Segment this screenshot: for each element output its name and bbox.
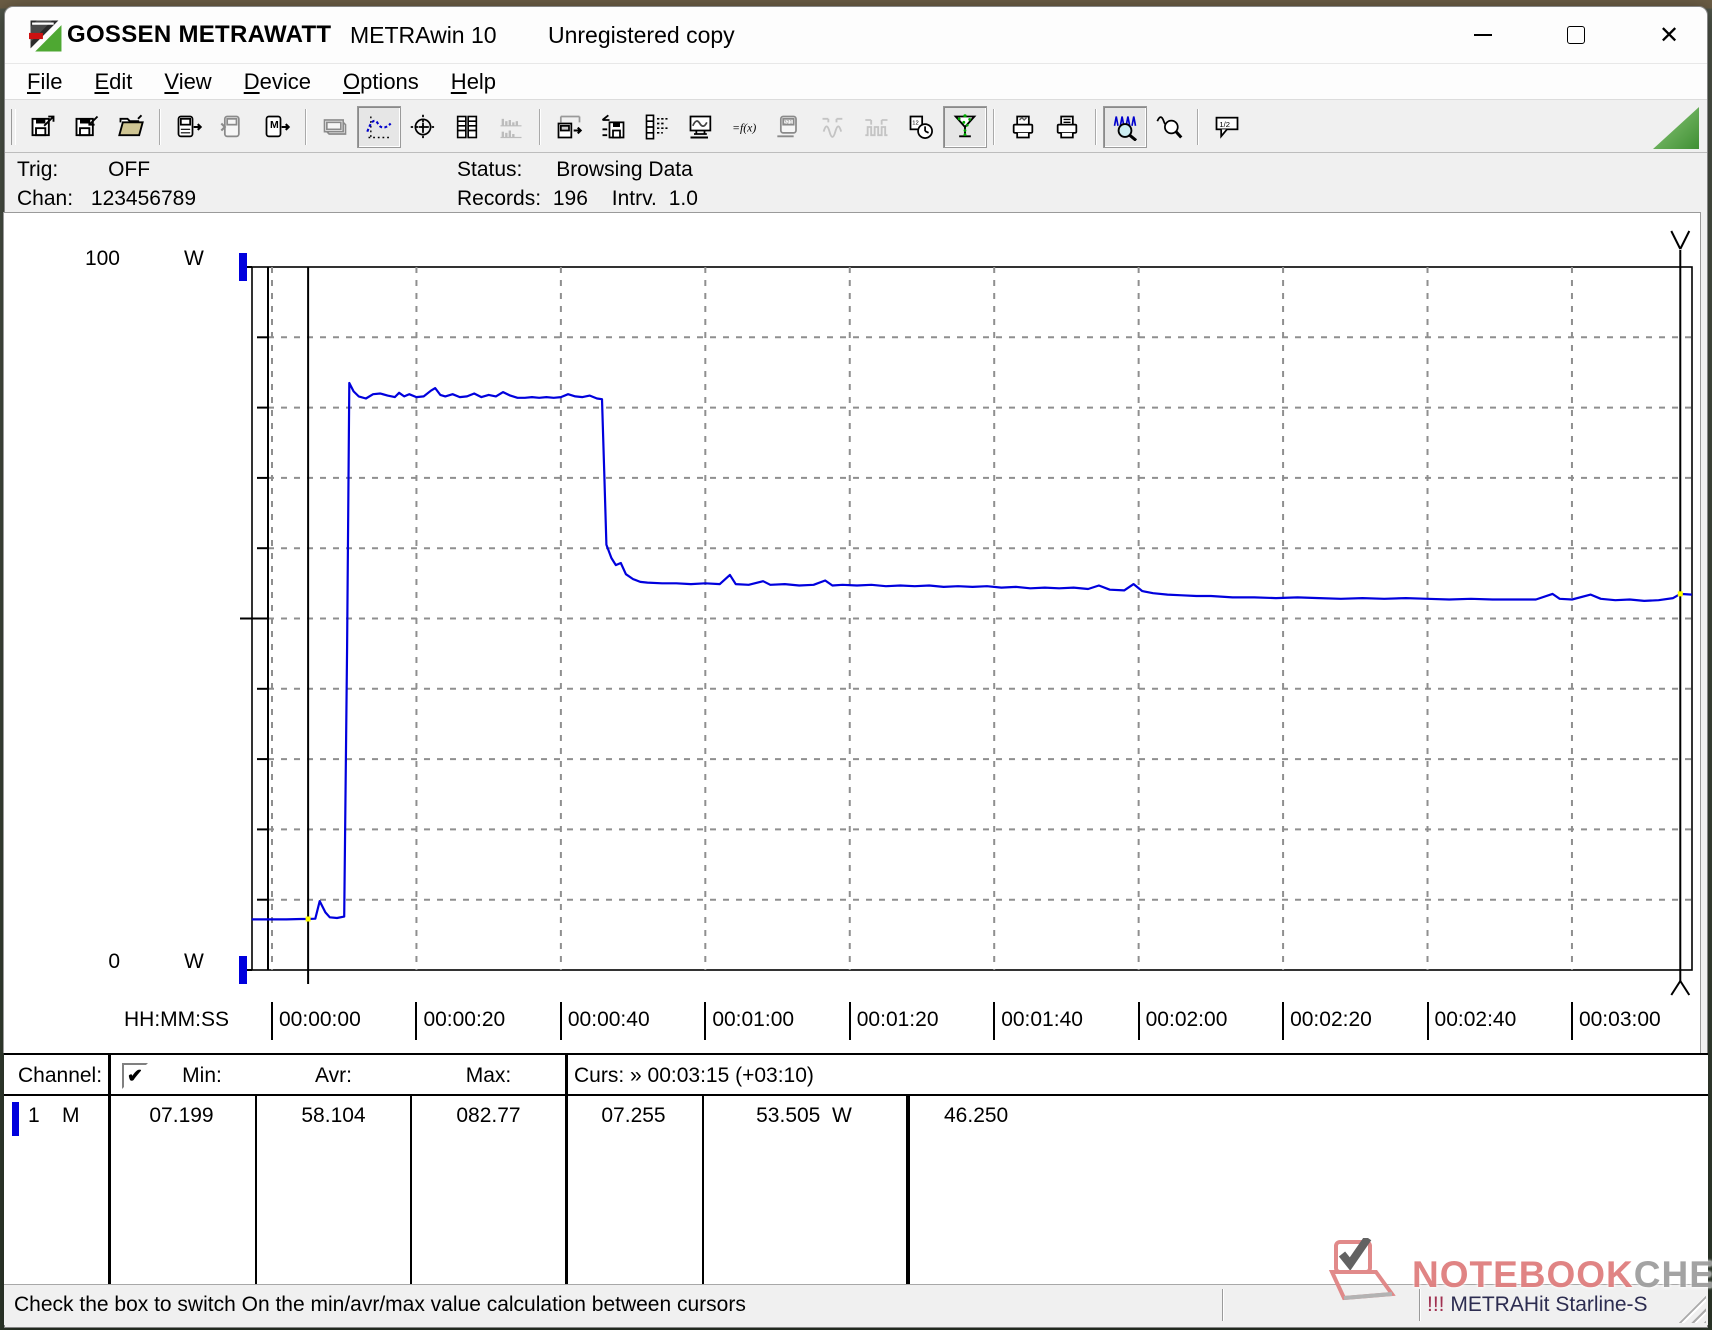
cursor2-bottom-marker bbox=[1671, 981, 1689, 995]
x-tick-bar bbox=[560, 1002, 562, 1040]
checkmark-icon: ✔ bbox=[127, 1065, 143, 1088]
x-tick-label: 00:02:00 bbox=[1146, 1008, 1228, 1032]
cursors-header: Curs: » 00:03:15 (+03:10) bbox=[574, 1064, 814, 1088]
x-tick-label: 00:00:20 bbox=[423, 1008, 505, 1032]
table-divider bbox=[906, 1096, 910, 1285]
x-tick-bar bbox=[1138, 1002, 1140, 1040]
x-tick-bar bbox=[704, 1002, 706, 1040]
header-underline bbox=[4, 1094, 1708, 1096]
table-divider bbox=[565, 1055, 568, 1285]
watermark-notebook: NOTEBOOK bbox=[1412, 1254, 1634, 1296]
x-tick-label: 00:00:40 bbox=[568, 1008, 650, 1032]
x-tick-bar bbox=[1282, 1002, 1284, 1040]
avr-header: Avr: bbox=[257, 1064, 410, 1088]
desktop: GOSSEN METRAWATT METRAwin 10 Unregistere… bbox=[0, 0, 1712, 1330]
statusbar-message: Check the box to switch On the min/avr/m… bbox=[14, 1293, 746, 1317]
x-axis-unit-label: HH:MM:SS bbox=[124, 1008, 229, 1032]
x-tick-label: 00:01:20 bbox=[857, 1008, 939, 1032]
watermark-check: CHECK bbox=[1634, 1254, 1712, 1296]
cursor1-value: 07.255 bbox=[565, 1104, 702, 1128]
notebookcheck-logo-icon bbox=[1316, 1238, 1412, 1312]
channel-header: Channel: bbox=[18, 1064, 102, 1088]
x-tick-bar bbox=[993, 1002, 995, 1040]
x-tick-label: 00:01:40 bbox=[1001, 1008, 1083, 1032]
cursor2-value: 53.505 W bbox=[702, 1104, 906, 1128]
x-tick-bar bbox=[1427, 1002, 1429, 1040]
x-tick-bar bbox=[849, 1002, 851, 1040]
cursor1-intersect-dot bbox=[306, 916, 311, 921]
x-tick-bar bbox=[271, 1002, 273, 1040]
x-tick-label: 00:00:00 bbox=[279, 1008, 361, 1032]
max-header: Max: bbox=[412, 1064, 565, 1088]
y-axis-max-label: 100 bbox=[58, 247, 120, 271]
y-axis-min-label: 0 bbox=[58, 950, 120, 974]
cursor-delta-value: 46.250 bbox=[944, 1104, 1008, 1128]
x-tick-bar bbox=[1571, 1002, 1573, 1040]
channel-number: 1 bbox=[28, 1104, 40, 1128]
x-tick-label: 00:02:20 bbox=[1290, 1008, 1372, 1032]
x-tick-label: 00:03:00 bbox=[1579, 1008, 1661, 1032]
table-divider bbox=[108, 1055, 111, 1285]
statusbar-divider bbox=[1222, 1289, 1224, 1321]
y-axis-unit-bottom: W bbox=[184, 950, 204, 974]
channel-tick-top bbox=[239, 253, 247, 281]
min-value: 07.199 bbox=[108, 1104, 255, 1128]
minmax-checkbox[interactable]: ✔ bbox=[122, 1063, 148, 1089]
channel-mode: M bbox=[62, 1104, 80, 1128]
max-value: 082.77 bbox=[412, 1104, 565, 1128]
cursor2-intersect-dot bbox=[1678, 591, 1683, 596]
channel-tick-bottom bbox=[239, 956, 247, 984]
cursor2-top-marker bbox=[1671, 231, 1689, 249]
x-tick-label: 00:01:00 bbox=[712, 1008, 794, 1032]
x-tick-label: 00:02:40 bbox=[1435, 1008, 1517, 1032]
notebookcheck-watermark: NOTEBOOKCHECK bbox=[1316, 1238, 1712, 1312]
avr-value: 58.104 bbox=[257, 1104, 410, 1128]
x-tick-bar bbox=[415, 1002, 417, 1040]
min-header: Min: bbox=[149, 1064, 255, 1088]
cursor2-unit: W bbox=[832, 1104, 852, 1127]
channel-color-bar bbox=[12, 1102, 19, 1136]
cursor2-number: 53.505 bbox=[756, 1104, 820, 1127]
y-axis-unit-top: W bbox=[184, 247, 204, 271]
